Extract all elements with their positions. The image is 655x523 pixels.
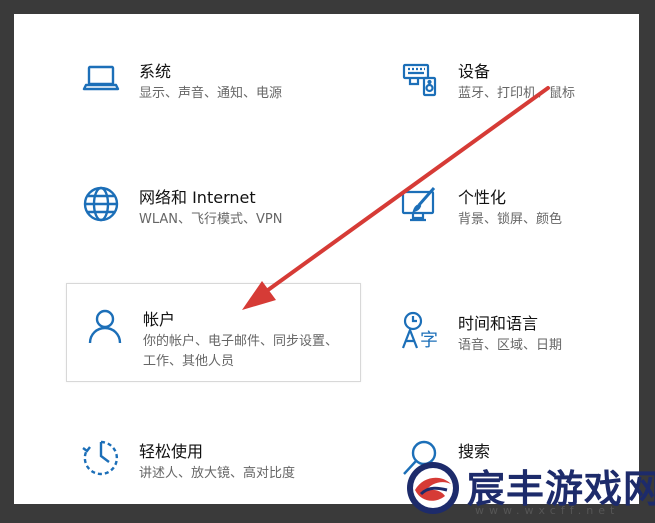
tile-title: 设备 (458, 62, 491, 81)
settings-window: 系统 显示、声音、通知、电源 设备 蓝牙、打印机、鼠标 网络和 Internet… (14, 14, 639, 504)
ease-of-access-icon (81, 438, 121, 478)
tile-description: 语音、区域、日期 (458, 338, 563, 353)
person-icon (85, 306, 125, 346)
tile-devices[interactable]: 设备 蓝牙、打印机、鼠标 (382, 36, 639, 128)
tile-description: 显示、声音、通知、电源 (139, 86, 283, 101)
tile-title: 个性化 (458, 188, 507, 207)
svg-text:字: 字 (420, 330, 438, 350)
tile-description: 蓝牙、打印机、鼠标 (458, 86, 576, 101)
tile-description: 背景、锁屏、颜色 (458, 212, 563, 227)
watermark-logo (407, 462, 459, 514)
tile-system[interactable]: 系统 显示、声音、通知、电源 (63, 36, 358, 128)
tile-accounts[interactable]: 帐户 你的帐户、电子邮件、同步设置、工作、其他人员 (66, 283, 361, 382)
watermark-url: www.wxcff.net (475, 504, 620, 517)
paintbrush-icon (400, 184, 440, 224)
watermark: 宸丰游戏网 www.wxcff.net (405, 458, 655, 523)
tile-description: 讲述人、放大镜、高对比度 (139, 466, 296, 481)
tile-title: 时间和语言 (458, 314, 539, 333)
tile-title: 网络和 Internet (139, 188, 256, 207)
tile-time-language[interactable]: 字 时间和语言 语音、区域、日期 (382, 288, 639, 380)
time-language-icon: 字 (400, 310, 440, 350)
tile-title: 轻松使用 (139, 442, 204, 461)
tile-ease-of-access[interactable]: 轻松使用 讲述人、放大镜、高对比度 (63, 416, 358, 504)
tile-personalization[interactable]: 个性化 背景、锁屏、颜色 (382, 162, 639, 254)
tile-title: 帐户 (143, 310, 176, 329)
tile-title: 系统 (139, 62, 172, 81)
tile-description: 你的帐户、电子邮件、同步设置、工作、其他人员 (143, 334, 339, 369)
tile-description: WLAN、飞行模式、VPN (139, 212, 283, 227)
laptop-icon (81, 58, 121, 98)
tile-network[interactable]: 网络和 Internet WLAN、飞行模式、VPN (63, 162, 358, 254)
globe-icon (81, 184, 121, 224)
devices-icon (400, 58, 440, 98)
